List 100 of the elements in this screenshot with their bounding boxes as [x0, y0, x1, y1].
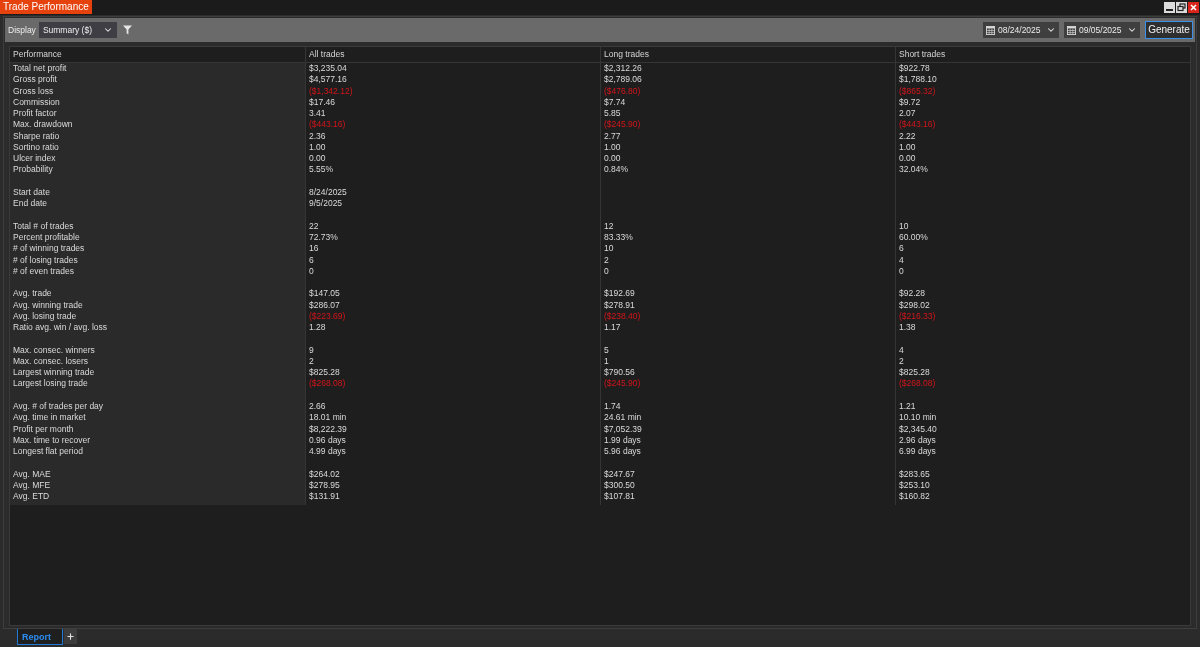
metric-label: Avg. winning trade: [12, 299, 84, 311]
table-cell-text: 1.74: [603, 400, 622, 413]
table-cell-text: 2.36: [308, 130, 327, 142]
table-cell-text: $4,577.16: [308, 74, 348, 86]
metric-label: Largest winning trade: [12, 367, 96, 379]
table-cell-text: 1.00: [603, 141, 622, 154]
table-cell-text: 16: [308, 243, 320, 255]
metric-label: Gross loss: [12, 85, 55, 97]
column-header: All trades: [305, 47, 600, 62]
table-cell-text: 5.55%: [308, 164, 335, 176]
table-cell-text: ($443.16): [308, 119, 347, 131]
metric-label: Profit factor: [12, 108, 58, 120]
chevron-down-icon: [102, 25, 113, 35]
metric-label: Total net profit: [12, 63, 68, 75]
table-cell-text: $131.91: [308, 491, 341, 503]
metric-label: Probability: [12, 164, 54, 176]
metric-label: Avg. trade: [12, 288, 53, 300]
table-cell-text: 6: [898, 243, 905, 255]
metric-label: Max. consec. losers: [12, 355, 90, 368]
table-cell-text: 5: [603, 344, 610, 356]
table-cell-text: $160.82: [898, 491, 931, 503]
table-cell-text: 83.33%: [603, 232, 634, 244]
table-cell-text: 1.00: [898, 141, 917, 154]
table-cell-text: ($443.16): [898, 119, 937, 131]
table-cell-text: 1.28: [308, 322, 327, 334]
table-cell-text: $2,312.26: [603, 63, 643, 75]
column-header: Long trades: [600, 47, 895, 62]
table-cell-text: 1.38: [898, 322, 917, 334]
table-cell-text: 0.84%: [603, 164, 630, 176]
table-cell-text: 1.00: [308, 141, 327, 154]
table-cell-text: 10: [898, 220, 910, 232]
table-cell-text: $825.28: [898, 367, 931, 379]
table-cell-text: 0.00: [898, 153, 917, 165]
table-cell-text: $278.91: [603, 299, 636, 311]
table-cell-text: 2.07: [898, 108, 917, 120]
table-cell-text: 2: [898, 355, 905, 368]
metric-label: Total # of trades: [12, 220, 75, 232]
table-cell-text: ($865.32): [898, 85, 937, 97]
chevron-down-icon: [1127, 25, 1137, 35]
display-dropdown[interactable]: Summary ($): [38, 22, 117, 38]
table-cell-text: $192.69: [603, 288, 636, 300]
metric-label: Ulcer index: [12, 153, 57, 165]
table-cell-text: $3,235.04: [308, 63, 348, 75]
table-cell-text: $286.07: [308, 299, 341, 311]
date-picker[interactable]: 09/05/2025: [1064, 22, 1140, 38]
minimize-icon[interactable]: [1164, 2, 1175, 13]
table-cell-text: 5.96 days: [603, 446, 642, 458]
table-cell-text: 2.96 days: [898, 434, 937, 447]
table-cell-text: $264.02: [308, 468, 341, 480]
table-cell-text: $300.50: [603, 479, 636, 492]
table-cell-text: 10.10 min: [898, 412, 938, 424]
metric-label: Avg. # of trades per day: [12, 400, 105, 413]
table-cell-text: ($1,342.12): [308, 85, 354, 97]
table-cell-text: 2: [308, 355, 315, 368]
table-cell-text: $8,222.39: [308, 423, 348, 435]
table-cell-text: $922.78: [898, 63, 931, 75]
table-cell-text: 24.61 min: [603, 412, 643, 424]
metric-label: # of losing trades: [12, 254, 79, 266]
table-cell-text: $7,052.39: [603, 423, 643, 435]
add-tab-button[interactable]: [64, 629, 77, 644]
restore-icon[interactable]: [1176, 2, 1187, 13]
table-cell-text: 1: [603, 355, 610, 368]
table-cell-text: 72.73%: [308, 232, 339, 244]
metric-label: Profit per month: [12, 423, 75, 435]
table-cell-text: 1.99 days: [603, 434, 642, 447]
table-cell-text: 0: [308, 265, 315, 278]
table-cell-text: ($245.90): [603, 119, 642, 131]
metric-label: Percent profitable: [12, 232, 81, 244]
table-cell-text: $92.28: [898, 288, 926, 300]
table-cell-text: 2.22: [898, 130, 917, 142]
table-cell-text: 4.99 days: [308, 446, 347, 458]
generate-button[interactable]: Generate: [1145, 21, 1193, 39]
metric-label: End date: [12, 198, 49, 210]
metric-label: Commission: [12, 96, 61, 109]
table-cell-text: $1,788.10: [898, 74, 938, 86]
metric-label: # of even trades: [12, 265, 75, 278]
display-label: Display: [8, 23, 36, 37]
table-cell-text: 32.04%: [898, 164, 929, 176]
close-icon[interactable]: [1188, 2, 1199, 13]
metric-label: Avg. losing trade: [12, 310, 78, 323]
metric-label: Largest losing trade: [12, 378, 89, 390]
table-cell-text: 22: [308, 220, 320, 232]
table-cell-text: 6: [308, 254, 315, 266]
table-cell-text: 0.96 days: [308, 434, 347, 447]
table-cell-text: ($238.40): [603, 310, 642, 323]
table-cell-text: ($476.80): [603, 85, 642, 97]
filter-icon[interactable]: [122, 25, 132, 35]
report-tab[interactable]: Report: [17, 629, 63, 645]
metric-label: Sharpe ratio: [12, 130, 61, 142]
metric-label: Gross profit: [12, 74, 58, 86]
table-cell-text: ($268.08): [898, 378, 937, 390]
table-cell-text: $2,345.40: [898, 423, 938, 435]
table-cell-text: 2.77: [603, 130, 622, 142]
table-cell-text: 10: [603, 243, 615, 255]
plus-icon: [66, 632, 75, 641]
table-cell-text: $17.46: [308, 96, 336, 109]
table-cell-text: $2,789.06: [603, 74, 643, 86]
table-cell-text: 18.01 min: [308, 412, 348, 424]
table-cell-text: 3.41: [308, 108, 327, 120]
date-picker[interactable]: 08/24/2025: [983, 22, 1059, 38]
